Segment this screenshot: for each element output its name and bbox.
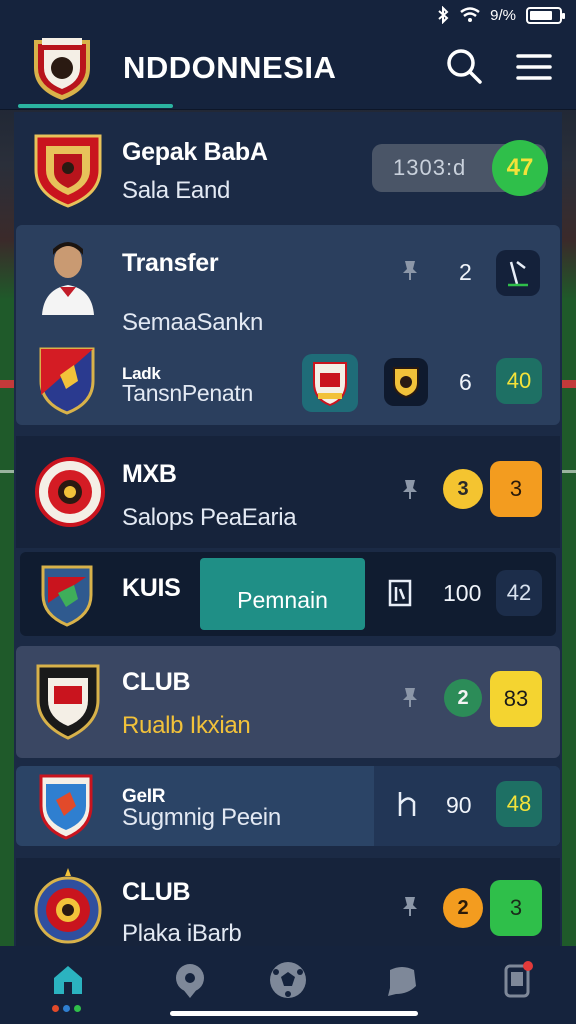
crest-icon: [393, 367, 419, 399]
club-crest-button[interactable]: [384, 358, 428, 406]
score-badge: 3: [443, 469, 483, 509]
club-crest: [39, 774, 93, 840]
player-avatar: [38, 235, 98, 315]
club-crest-button[interactable]: [302, 354, 358, 412]
club-subtitle: TansnPenatn: [122, 380, 253, 406]
phone-icon[interactable]: [502, 960, 534, 1000]
club-crest: [34, 868, 102, 944]
club-name: MXB: [122, 460, 177, 488]
score-badge: 2: [443, 888, 483, 928]
pitch-line: [0, 470, 14, 473]
club-crest: [41, 565, 93, 627]
score-badge: 47: [492, 140, 548, 196]
app-title: NDDONNESIA: [123, 50, 337, 85]
score-text: 1303:d: [393, 155, 467, 180]
club-crest: [36, 664, 100, 740]
club-name: Transfer: [122, 249, 219, 277]
search-icon[interactable]: [444, 46, 484, 86]
club-subtitle: Salops PeaEaria: [122, 504, 297, 531]
status-bar: 9/%: [0, 0, 576, 30]
pitch-board: [562, 380, 576, 388]
club-name: Gepak BabA: [122, 138, 268, 166]
home-icon[interactable]: [50, 962, 86, 996]
home-indicator-dots: [52, 1005, 81, 1012]
battery-percent: 9/%: [490, 6, 516, 24]
stats-icon[interactable]: [386, 577, 414, 609]
score-badge: 83: [490, 671, 542, 727]
kick-icon[interactable]: [496, 250, 540, 296]
count: 6: [459, 369, 472, 395]
pitch-board: [0, 380, 14, 388]
score-badge: 2: [444, 679, 482, 717]
pin-icon[interactable]: [401, 259, 419, 281]
menu-icon[interactable]: [514, 50, 554, 84]
score-badge: 48: [496, 781, 542, 827]
wifi-icon: [460, 7, 480, 22]
pitch-line: [562, 470, 576, 473]
battery-icon: [526, 6, 565, 24]
shoe-icon: [508, 261, 528, 287]
pin-icon[interactable]: [401, 478, 419, 500]
score-badge: 42: [496, 570, 542, 616]
active-tab-indicator: [18, 104, 173, 108]
chat-icon[interactable]: [384, 964, 420, 998]
count: 90: [446, 792, 472, 818]
stats-icon[interactable]: [394, 788, 420, 820]
count: 100: [443, 580, 482, 606]
club-name: KUIS: [122, 574, 181, 602]
club-subtitle: Rualb Ikxian: [122, 712, 251, 739]
club-subtitle: Sugmnig Peein: [122, 804, 281, 831]
score-badge: 3: [490, 461, 542, 517]
club-crest: [39, 347, 95, 415]
home-indicator[interactable]: [170, 1011, 418, 1016]
score-badge: 40: [496, 358, 542, 404]
crest-icon: [313, 362, 347, 407]
bluetooth-icon: [438, 6, 449, 24]
ball-icon[interactable]: [268, 960, 308, 1000]
club-subtitle: SemaaSankn: [122, 309, 264, 336]
club-name: CLUB: [122, 878, 191, 906]
player-button[interactable]: Pemnain: [200, 558, 365, 630]
pin-icon[interactable]: [401, 895, 419, 917]
count: 2: [459, 259, 472, 285]
score-badge: 3: [490, 880, 542, 936]
club-crest: [35, 457, 105, 527]
club-name: CLUB: [122, 668, 191, 696]
club-subtitle: Plaka iBarb: [122, 920, 242, 947]
club-crest: [34, 134, 102, 208]
pin-icon[interactable]: [401, 686, 419, 708]
app-header: NDDONNESIA: [0, 30, 576, 110]
club-subtitle: Sala Eand: [122, 177, 231, 204]
club-logo[interactable]: [28, 32, 96, 102]
pin-icon[interactable]: [172, 962, 208, 1000]
